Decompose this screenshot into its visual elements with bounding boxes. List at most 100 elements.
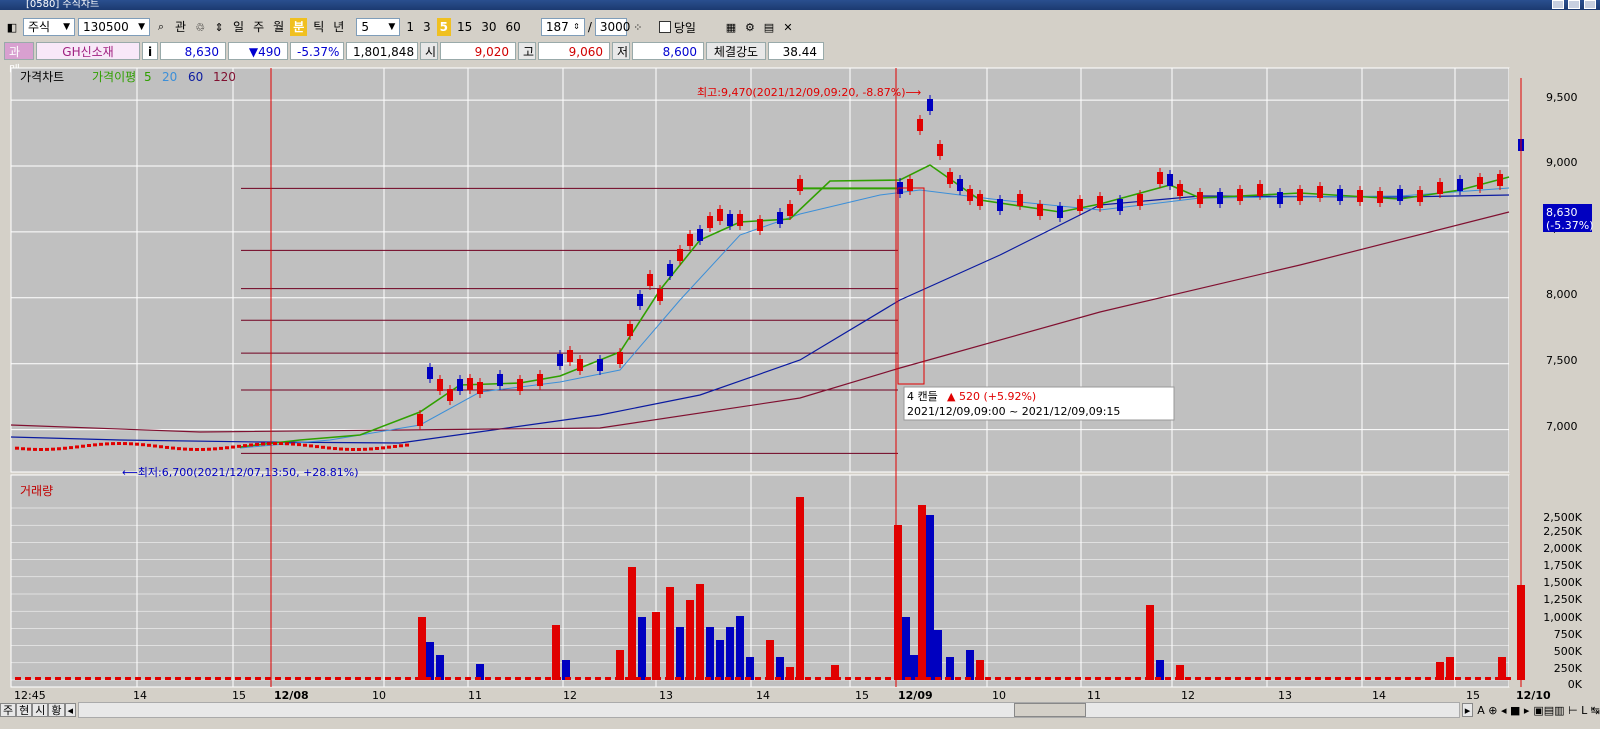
x-tick-label: 15 [855,689,869,702]
volume-bar [1275,677,1281,680]
svg-text:2,000K: 2,000K [1543,542,1582,555]
max-annotation: 최고:9,470(2021/12/09,09:20, -8.87%)⟶ [697,86,922,99]
candle [213,447,217,451]
x-tick-label: 14 [133,689,147,702]
candle [387,445,391,449]
candle [369,447,373,451]
volume-bar [385,677,391,680]
candle [285,442,289,446]
candle [177,447,181,451]
volume-bar [615,677,621,680]
volume-bar [1365,677,1371,680]
volume-bar [1095,677,1101,680]
svg-text:1,250K: 1,250K [1543,593,1582,606]
candle [87,444,91,448]
volume-bar [65,677,71,680]
volume-bar [245,677,251,680]
volume-bar [445,677,451,680]
candle [201,447,205,451]
scroll-thumb[interactable] [1014,703,1087,717]
volume-bar [855,677,861,680]
svg-text:750K: 750K [1554,628,1583,641]
volume-bar [1015,677,1021,680]
volume-bar [1165,677,1171,680]
volume-bar [305,677,311,680]
layout-icons[interactable]: ▣▤▥ ⊢ L ↹ [1533,704,1600,717]
candle [129,442,133,446]
tab-market[interactable]: 시 [32,703,49,717]
volume-bar [1405,677,1411,680]
zoom-controls-icon[interactable]: A ⊕ ◂ ■ ▸ [1477,704,1529,717]
candle [99,442,103,446]
volume-bar [885,677,891,680]
volume-bar [696,584,704,680]
candle [15,446,19,450]
x-tick-label: 14 [756,689,770,702]
candle [153,444,157,448]
volume-bar [1395,677,1401,680]
candle [225,446,229,450]
volume-chart-panel [10,474,1510,688]
candle [321,445,325,449]
volume-bar [15,677,21,680]
volume-bar [765,677,771,680]
x-tick-label: 12/10 [1516,689,1551,702]
volume-bar [1035,677,1041,680]
ma5-label: 5 [144,70,152,84]
volume-bar [1415,677,1421,680]
volume-bar [1135,677,1141,680]
volume-bar [25,677,31,680]
candle [333,447,337,451]
y-tick-9000: 9,000 [1546,156,1578,169]
volume-bar [495,677,501,680]
candle [93,443,97,447]
volume-bar [1495,677,1501,680]
volume-bar [185,677,191,680]
volume-bar [910,655,918,680]
volume-bar [1505,677,1511,680]
volume-bar [345,677,351,680]
svg-text:0K: 0K [1568,678,1583,691]
volume-bar [35,677,41,680]
volume-bar [1085,677,1091,680]
candle [309,444,313,448]
tab-current[interactable]: 현 [16,703,33,717]
candle [273,442,277,446]
volume-bar [926,515,934,680]
ma60-label: 60 [188,70,203,84]
y-tick-7000: 7,000 [1546,420,1578,433]
scroll-right-button[interactable]: ▸ [1461,703,1474,717]
candle [147,443,151,447]
candle [135,442,139,446]
volume-bar [355,677,361,680]
volume-bar [1105,677,1111,680]
volume-bar [905,677,911,680]
volume-bar [985,677,991,680]
volume-bar [45,677,51,680]
scroll-left-button[interactable]: ◂ [64,703,77,717]
volume-bar [1205,677,1211,680]
volume-bar [716,640,724,680]
volume-bar [95,677,101,680]
candle [45,447,49,451]
candle [117,442,121,446]
tab-week[interactable]: 주 [0,703,17,717]
x-tick-label: 12/09 [898,689,933,702]
candle [267,442,271,446]
x-tick-label: 10 [372,689,386,702]
volume-bar [676,627,684,680]
candle [63,446,67,450]
volume-bar [715,677,721,680]
x-tick-label: 12:45 [14,689,46,702]
volume-bar [1485,677,1491,680]
tab-status[interactable]: 황 [48,703,65,717]
horizontal-scrollbar[interactable] [78,702,1460,718]
volume-bar [1025,677,1031,680]
volume-bar [736,616,744,680]
y-tick-7500: 7,500 [1546,354,1578,367]
volume-bar [1175,677,1181,680]
candle [255,442,259,446]
x-tick-label: 13 [659,689,673,702]
volume-bar [1195,677,1201,680]
chart-canvas[interactable]: 가격차트 가격이평 5 20 60 120 최고:9,470(2021/12/0… [0,0,1600,729]
